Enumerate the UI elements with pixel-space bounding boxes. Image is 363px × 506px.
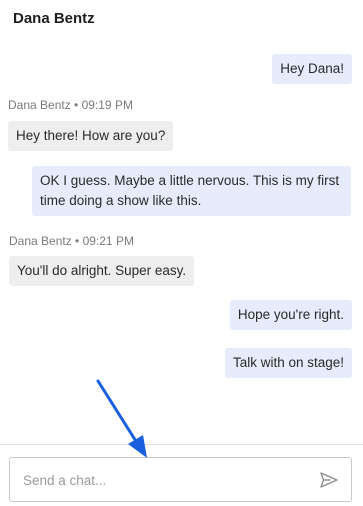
message-bubble-outgoing: Hope you're right. (229, 300, 352, 330)
chat-message-list: Hey Dana! Dana Bentz • 09:19 PM Hey ther… (0, 0, 363, 440)
message-bubble-outgoing: OK I guess. Maybe a little nervous. This… (32, 166, 351, 216)
composer-divider (0, 444, 363, 445)
send-button[interactable] (319, 471, 339, 489)
message-meta: Dana Bentz • 09:19 PM (8, 98, 133, 112)
message-bubble-incoming: Hey there! How are you? (8, 121, 174, 151)
message-bubble-outgoing: Talk with on stage! (224, 348, 352, 378)
message-line: OK I guess. Maybe a little nervous. This… (40, 173, 340, 188)
message-bubble-outgoing: Hey Dana! (272, 54, 352, 84)
message-bubble-incoming: You'll do alright. Super easy. (9, 256, 195, 286)
chat-composer[interactable] (9, 457, 352, 502)
message-line: time doing a show like this. (40, 193, 202, 208)
send-icon (320, 472, 338, 488)
message-meta: Dana Bentz • 09:21 PM (9, 234, 134, 248)
chat-input[interactable] (23, 468, 303, 492)
